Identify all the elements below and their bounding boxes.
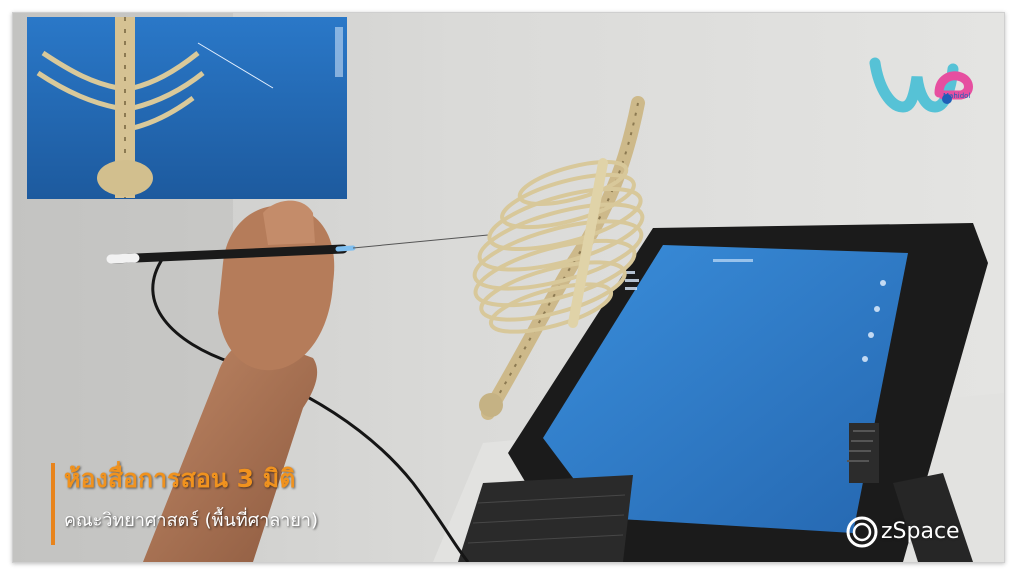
caption-accent-bar <box>51 463 55 545</box>
zspace-logo: zSpace <box>845 513 995 551</box>
caption-title: ห้องสื่อการสอน 3 มิติ <box>64 464 296 493</box>
video-frame: Mahidol ห้องสื่อการสอน 3 มิติ คณะวิทยาศา… <box>12 12 1005 563</box>
keyboard <box>458 475 633 562</box>
mahidol-label: Mahidol <box>943 92 971 100</box>
zspace-circle-icon <box>846 516 878 548</box>
caption-subtitle: คณะวิทยาศาสตร์ (พื้นที่ศาลายา) <box>64 510 319 531</box>
we-mahidol-logo <box>869 49 977 121</box>
inset-screen-capture <box>27 17 347 199</box>
zspace-wordmark: zSpace <box>881 519 960 544</box>
